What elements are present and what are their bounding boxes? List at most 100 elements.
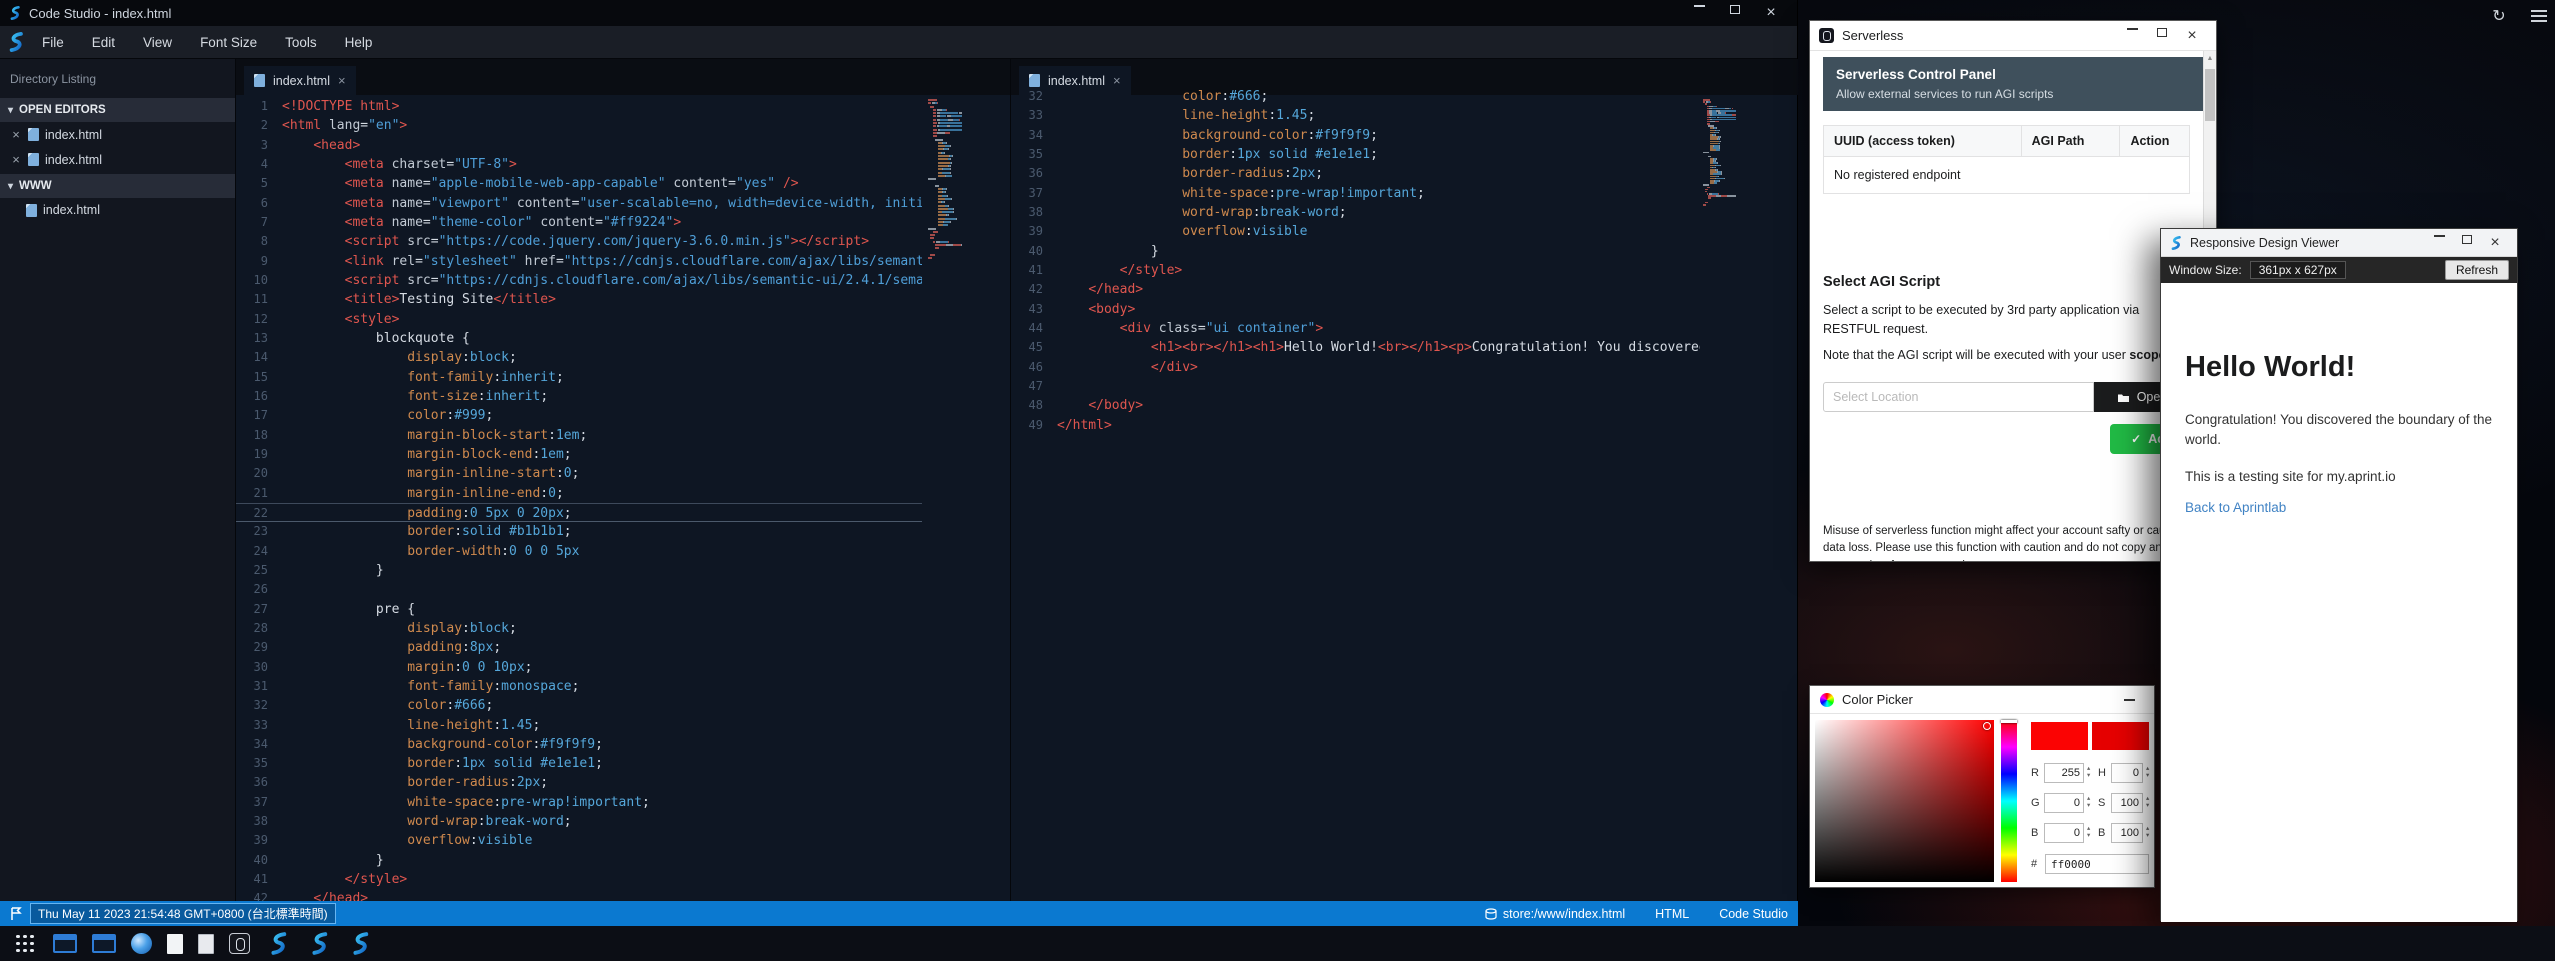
code-line-34[interactable]: 34 background-color:#f9f9f9; — [1011, 126, 1700, 145]
color-field-b-input[interactable] — [2044, 823, 2084, 843]
code-line-42[interactable]: 42 </head> — [1011, 280, 1700, 299]
window-size-value[interactable]: 361px x 627px — [2250, 261, 2346, 279]
maximize-button[interactable] — [2147, 28, 2177, 37]
code-line-28[interactable]: 28 display:block; — [236, 619, 922, 638]
code-line-15[interactable]: 15 font-family:inherit; — [236, 368, 922, 387]
text-file-icon[interactable] — [167, 934, 183, 954]
code-line-34[interactable]: 34 background-color:#f9f9f9; — [236, 735, 922, 754]
color-field-h-input[interactable] — [2111, 763, 2143, 783]
menu-item-font-size[interactable]: Font Size — [186, 26, 271, 58]
code-line-38[interactable]: 38 word-wrap:break-word; — [236, 812, 922, 831]
app-window-icon-2[interactable] — [92, 934, 116, 953]
sidebar-section-www[interactable]: WWW — [0, 174, 235, 198]
app-launcher-icon[interactable] — [12, 931, 38, 957]
stepper-down-icon[interactable] — [2087, 803, 2098, 810]
code-line-6[interactable]: 6 <meta name="viewport" content="user-sc… — [236, 194, 922, 213]
minimize-button[interactable] — [2117, 28, 2147, 30]
sidebar-file-item[interactable]: index.html — [0, 122, 235, 147]
code-line-24[interactable]: 24 border-width:0 0 0 5px — [236, 542, 922, 561]
code-line-36[interactable]: 36 border-radius:2px; — [1011, 164, 1700, 183]
code-line-32[interactable]: 32 color:#666; — [1011, 87, 1700, 106]
minimap[interactable] — [928, 99, 962, 261]
code-studio-icon-3[interactable] — [347, 931, 373, 957]
code-line-46[interactable]: 46 </div> — [1011, 358, 1700, 377]
hue-slider[interactable] — [2001, 720, 2017, 882]
refresh-icon[interactable] — [2489, 6, 2509, 26]
code-line-37[interactable]: 37 white-space:pre-wrap!important; — [236, 793, 922, 812]
code-line-7[interactable]: 7 <meta name="theme-color" content="#ff9… — [236, 213, 922, 232]
stepper-down-icon[interactable] — [2146, 803, 2157, 810]
color-field-g-input[interactable] — [2044, 793, 2084, 813]
color-field-b-input[interactable] — [2111, 823, 2143, 843]
code-line-2[interactable]: 2<html lang="en"> — [236, 116, 922, 135]
code-line-45[interactable]: 45 <h1><br></h1><h1>Hello World!<br></h1… — [1011, 338, 1700, 357]
menu-item-help[interactable]: Help — [331, 26, 387, 58]
code-line-42[interactable]: 42 </head> — [236, 889, 922, 901]
saturation-value-gradient[interactable] — [1815, 720, 1994, 882]
close-icon[interactable] — [10, 152, 22, 167]
refresh-button[interactable]: Refresh — [2445, 260, 2509, 280]
code-line-22[interactable]: 22 padding:0 5px 0 20px; — [236, 503, 922, 522]
menu-item-tools[interactable]: Tools — [271, 26, 331, 58]
code-line-36[interactable]: 36 border-radius:2px; — [236, 773, 922, 792]
code-studio-icon-2[interactable] — [306, 931, 332, 957]
tab-index-html[interactable]: index.html — [244, 66, 356, 95]
hue-cursor[interactable] — [2001, 720, 2017, 723]
color-picker-titlebar[interactable]: Color Picker — [1810, 686, 2154, 714]
menu-item-file[interactable]: File — [28, 26, 78, 58]
menu-item-view[interactable]: View — [129, 26, 186, 58]
code-line-20[interactable]: 20 margin-inline-start:0; — [236, 464, 922, 483]
rdv-titlebar[interactable]: Responsive Design Viewer — [2161, 229, 2517, 257]
code-line-47[interactable]: 47 — [1011, 377, 1700, 396]
scroll-up-icon[interactable] — [2204, 51, 2216, 65]
code-line-4[interactable]: 4 <meta charset="UTF-8"> — [236, 155, 922, 174]
minimize-button[interactable] — [1681, 5, 1717, 7]
close-button[interactable] — [2177, 28, 2207, 44]
code-line-5[interactable]: 5 <meta name="apple-mobile-web-app-capab… — [236, 174, 922, 193]
code-line-25[interactable]: 25 } — [236, 561, 922, 580]
code-studio-icon-1[interactable] — [265, 931, 291, 957]
color-field-r-input[interactable] — [2044, 763, 2084, 783]
close-button[interactable] — [1753, 5, 1789, 21]
minimap[interactable] — [1703, 99, 1736, 206]
stepper-down-icon[interactable] — [2087, 833, 2098, 840]
document-file-icon[interactable] — [198, 934, 214, 954]
code-line-23[interactable]: 23 border:solid #b1b1b1; — [236, 522, 922, 541]
code-editor[interactable]: 32 color:#666;33 line-height:1.45;34 bac… — [1011, 85, 1798, 901]
menu-item-edit[interactable]: Edit — [78, 26, 129, 58]
maximize-button[interactable] — [2453, 235, 2481, 244]
serverless-app-icon[interactable] — [229, 933, 250, 954]
code-line-13[interactable]: 13 blockquote { — [236, 329, 922, 348]
code-line-40[interactable]: 40 } — [236, 851, 922, 870]
restore-button[interactable] — [1717, 5, 1753, 14]
code-line-32[interactable]: 32 color:#666; — [236, 696, 922, 715]
code-line-19[interactable]: 19 margin-block-end:1em; — [236, 445, 922, 464]
code-line-3[interactable]: 3 <head> — [236, 136, 922, 155]
sidebar-section-open-editors[interactable]: OPEN EDITORS — [0, 98, 235, 122]
status-file-path[interactable]: store:/www/index.html — [1485, 907, 1625, 921]
code-line-27[interactable]: 27 pre { — [236, 600, 922, 619]
code-line-21[interactable]: 21 margin-inline-end:0; — [236, 484, 922, 503]
hex-color-input[interactable] — [2045, 854, 2149, 874]
code-line-35[interactable]: 35 border:1px solid #e1e1e1; — [1011, 145, 1700, 164]
code-editor[interactable]: 1<!DOCTYPE html>2<html lang="en">3 <head… — [236, 95, 1010, 901]
code-line-35[interactable]: 35 border:1px solid #e1e1e1; — [236, 754, 922, 773]
code-line-30[interactable]: 30 margin:0 0 10px; — [236, 658, 922, 677]
close-button[interactable] — [2481, 235, 2509, 251]
sidebar-file-item[interactable]: index.html — [0, 147, 235, 172]
code-line-26[interactable]: 26 — [236, 580, 922, 599]
code-line-43[interactable]: 43 <body> — [1011, 300, 1700, 319]
code-line-8[interactable]: 8 <script src="https://code.jquery.com/j… — [236, 232, 922, 251]
stepper-down-icon[interactable] — [2146, 833, 2157, 840]
color-field-s-input[interactable] — [2111, 793, 2143, 813]
code-line-16[interactable]: 16 font-size:inherit; — [236, 387, 922, 406]
agi-script-location-input[interactable] — [1823, 382, 2094, 412]
app-window-icon-1[interactable] — [53, 934, 77, 953]
minimize-button[interactable] — [2114, 699, 2144, 701]
code-line-40[interactable]: 40 } — [1011, 242, 1700, 261]
code-line-41[interactable]: 41 </style> — [236, 870, 922, 889]
code-line-11[interactable]: 11 <title>Testing Site</title> — [236, 290, 922, 309]
minimize-button[interactable] — [2425, 235, 2453, 237]
code-line-41[interactable]: 41 </style> — [1011, 261, 1700, 280]
close-icon[interactable] — [10, 127, 22, 142]
